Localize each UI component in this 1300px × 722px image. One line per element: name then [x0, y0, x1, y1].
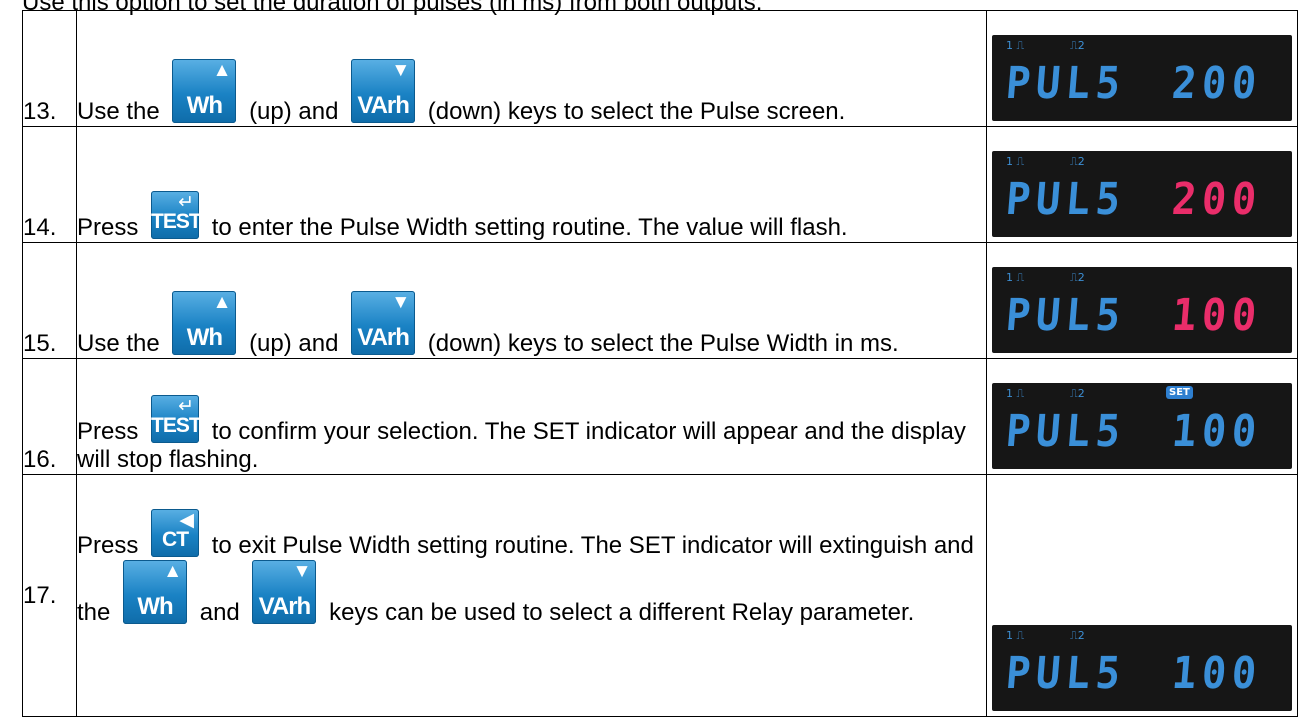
display-value-flashing: 200 [1169, 174, 1264, 225]
meter-display: 1 ⎍ ⎍2 PUL5 100 [992, 625, 1292, 711]
step-instruction: Press ◀ CT to exit Pulse Width setting ro… [76, 474, 987, 717]
display-parameter: PUL5 [1003, 174, 1128, 225]
instruction-text: (down) keys to select the Pulse screen. [427, 98, 846, 125]
display-cell: 1 ⎍ ⎍2 PUL5 100 [986, 474, 1298, 717]
display-parameter: PUL5 [1003, 406, 1128, 457]
output1-pulse-indicator: 1 ⎍ [1006, 271, 1025, 284]
steps-table: 13. Use the ▲ Wh (up) and ▼ VArh (down) ke… [22, 10, 1298, 717]
step-instruction: Press ↵ TEST to enter the Pulse Width set… [76, 126, 987, 243]
output2-pulse-indicator: ⎍2 [1070, 387, 1085, 400]
step-row-13: 13. Use the ▲ Wh (up) and ▼ VArh (down) ke… [22, 10, 1298, 127]
varh-down-key-icon: ▼ VArh [351, 59, 416, 123]
display-value: 100 [1169, 648, 1264, 699]
step-instruction: Use the ▲ Wh (up) and ▼ VArh (down) keys t… [76, 242, 987, 359]
varh-down-key-icon: ▼ VArh [252, 560, 317, 624]
instruction-text: Use the [77, 330, 160, 357]
ct-back-key-icon: ◀ CT [151, 509, 200, 557]
display-parameter: PUL5 [1003, 648, 1128, 699]
meter-display: 1 ⎍ ⎍2 PUL5 200 [992, 151, 1292, 237]
instruction-text: and [199, 599, 240, 626]
output2-pulse-indicator: ⎍2 [1070, 629, 1085, 642]
display-cell: 1 ⎍ ⎍2 SET PUL5 100 [986, 358, 1298, 475]
instruction-text: (up) and [249, 330, 339, 357]
step-row-15: 15. Use the ▲ Wh (up) and ▼ VArh (down) ke… [22, 242, 1298, 359]
step-number: 13. [22, 10, 77, 127]
varh-down-key-icon: ▼ VArh [351, 291, 416, 355]
step-instruction: Press ↵ TEST to confirm your selection. T… [76, 358, 987, 475]
instruction-text: Press [77, 418, 139, 445]
meter-display: 1 ⎍ ⎍2 PUL5 200 [992, 35, 1292, 121]
step-row-17: 17. Press ◀ CT to exit Pulse Width settin… [22, 474, 1298, 717]
step-instruction: Use the ▲ Wh (up) and ▼ VArh (down) keys t… [76, 10, 987, 127]
step-number: 16. [22, 358, 77, 475]
step-row-14: 14. Press ↵ TEST to enter the Pulse Width… [22, 126, 1298, 243]
output1-pulse-indicator: 1 ⎍ [1006, 629, 1025, 642]
instruction-text: to enter the Pulse Width setting routine… [211, 214, 848, 241]
instruction-text: keys can be used to select a different R… [329, 599, 915, 626]
display-cell: 1 ⎍ ⎍2 PUL5 200 [986, 126, 1298, 243]
output1-pulse-indicator: 1 ⎍ [1006, 387, 1025, 400]
test-enter-key-icon: ↵ TEST [151, 395, 202, 443]
instruction-text: (up) and [249, 98, 339, 125]
display-value: 100 [1169, 406, 1264, 457]
step-number: 14. [22, 126, 77, 243]
instruction-text: (down) keys to select the Pulse Width in… [427, 330, 899, 357]
test-enter-key-icon: ↵ TEST [151, 191, 202, 239]
step-row-16: 16. Press ↵ TEST to confirm your selectio… [22, 358, 1298, 475]
meter-display: 1 ⎍ ⎍2 PUL5 100 [992, 267, 1292, 353]
instruction-text: Use the [77, 98, 160, 125]
output2-pulse-indicator: ⎍2 [1070, 155, 1085, 168]
step-number: 15. [22, 242, 77, 359]
display-cell: 1 ⎍ ⎍2 PUL5 100 [986, 242, 1298, 359]
display-cell: 1 ⎍ ⎍2 PUL5 200 [986, 10, 1298, 127]
instruction-text: Press [77, 214, 139, 241]
step-number: 17. [22, 474, 77, 717]
output2-pulse-indicator: ⎍2 [1070, 39, 1085, 52]
display-parameter: PUL5 [1003, 58, 1128, 109]
wh-up-key-icon: ▲ Wh [172, 291, 237, 355]
display-parameter: PUL5 [1003, 290, 1128, 341]
wh-up-key-icon: ▲ Wh [123, 560, 188, 624]
set-indicator-badge: SET [1166, 386, 1193, 399]
wh-up-key-icon: ▲ Wh [172, 59, 237, 123]
output1-pulse-indicator: 1 ⎍ [1006, 39, 1025, 52]
output2-pulse-indicator: ⎍2 [1070, 271, 1085, 284]
output1-pulse-indicator: 1 ⎍ [1006, 155, 1025, 168]
instruction-text: to confirm your selection. The SET indic… [77, 418, 966, 473]
display-value-flashing: 100 [1169, 290, 1264, 341]
instruction-text: Press [77, 532, 139, 559]
display-value: 200 [1169, 58, 1264, 109]
meter-display: 1 ⎍ ⎍2 SET PUL5 100 [992, 383, 1292, 469]
